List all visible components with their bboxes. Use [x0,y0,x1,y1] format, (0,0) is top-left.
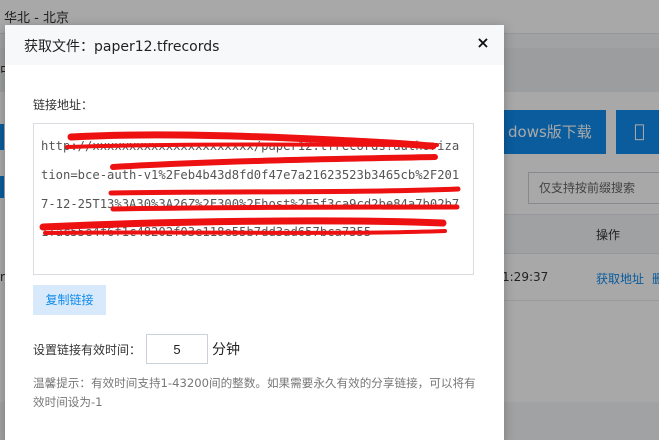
copy-link-button[interactable]: 复制链接 [33,285,106,315]
expire-time-label: 设置链接有效时间： [33,343,142,357]
dialog-header: 获取文件：paper12.tfrecords × [5,25,504,65]
expire-unit-label: 分钟 [212,342,240,358]
link-address-label: 链接地址： [33,98,94,112]
link-address-field[interactable]: http://xxxxxxxxxxxxxxxxxxxxxx/paper12.tf… [33,123,474,275]
expire-time-input[interactable] [146,334,208,364]
close-icon[interactable]: × [473,33,493,53]
dialog-title: 获取文件：paper12.tfrecords [24,39,220,55]
tip-text: 温馨提示：有效时间支持1-43200间的整数。如果需要永久有效的分享链接，可以将… [33,376,476,409]
get-file-dialog: 获取文件：paper12.tfrecords × 链接地址： http://xx… [5,25,504,440]
